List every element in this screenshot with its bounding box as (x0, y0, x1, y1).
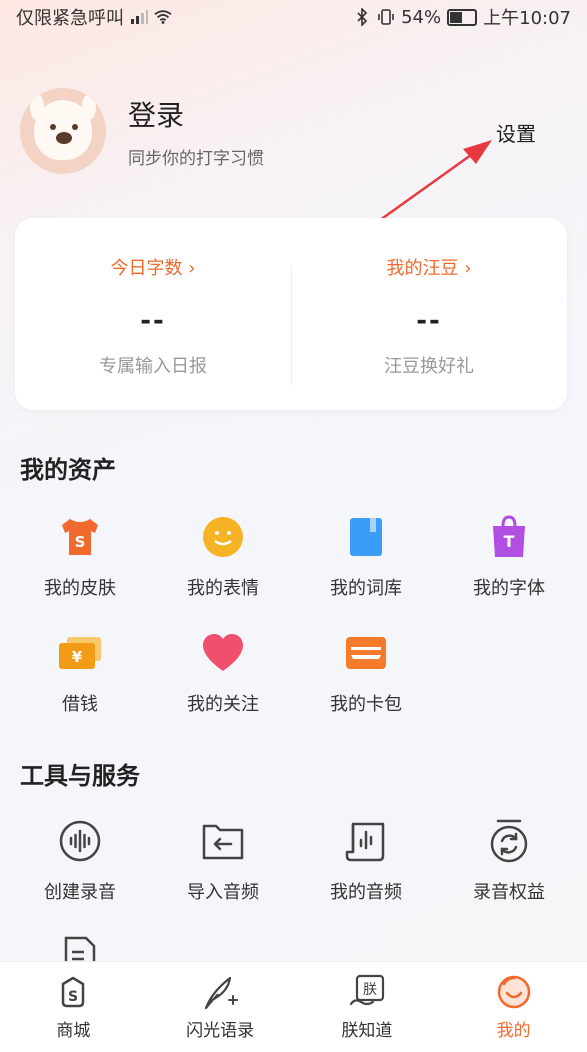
nav-label: 我的 (496, 1021, 531, 1041)
asset-label: 我的表情 (187, 578, 259, 599)
book-icon (341, 512, 391, 562)
asset-item-skin[interactable]: S 我的皮肤 (20, 512, 140, 600)
svg-text:朕: 朕 (363, 982, 377, 998)
nav-item-zhen[interactable]: 朕 朕知道 (294, 962, 441, 1052)
asset-item-font[interactable]: T 我的字体 (449, 512, 569, 600)
document-icon[interactable] (60, 934, 100, 962)
tool-label: 我的音频 (330, 882, 402, 903)
nav-label: 闪光语录 (186, 1021, 255, 1041)
bottom-nav: S 商城 闪光语录 朕 朕知道 我的 (0, 961, 587, 1052)
stat-value: -- (416, 306, 442, 336)
recording-rights-icon (484, 816, 534, 866)
tool-label: 创建录音 (44, 882, 116, 903)
asset-item-loan[interactable]: ¥ 借钱 (20, 628, 140, 716)
stat-desc: 专属输入日报 (99, 356, 207, 377)
today-words-stat[interactable]: 今日字数 › -- 专属输入日报 (15, 218, 291, 410)
nav-label: 朕知道 (341, 1021, 393, 1041)
asset-item-emoji[interactable]: 我的表情 (163, 512, 283, 600)
asset-label: 我的词库 (330, 578, 402, 599)
svg-text:T: T (504, 532, 515, 551)
my-audio-icon (341, 816, 391, 866)
assets-section-title: 我的资产 (20, 456, 116, 484)
nav-item-shop[interactable]: S 商城 (0, 962, 147, 1052)
asset-label: 我的卡包 (330, 694, 402, 715)
stat-desc: 汪豆换好礼 (384, 356, 474, 377)
tool-label: 录音权益 (473, 882, 545, 903)
asset-label: 我的字体 (473, 578, 545, 599)
stat-title[interactable]: 今日字数 › (15, 254, 291, 280)
asset-label: 我的关注 (187, 694, 259, 715)
zhen-icon: 朕 (347, 974, 387, 1010)
card-wallet-icon (341, 628, 391, 678)
profile-icon (494, 974, 534, 1010)
shop-icon: S (53, 974, 93, 1010)
tool-item-my-audio[interactable]: 我的音频 (306, 816, 426, 904)
stat-value: -- (140, 306, 166, 336)
svg-text:¥: ¥ (72, 648, 83, 666)
tool-label: 导入音频 (187, 882, 259, 903)
heart-icon (198, 628, 248, 678)
tools-section-title: 工具与服务 (20, 762, 140, 790)
tool-item-create-recording[interactable]: 创建录音 (20, 816, 140, 904)
svg-text:S: S (75, 533, 86, 551)
tshirt-icon: S (55, 512, 105, 562)
asset-label: 我的皮肤 (44, 578, 116, 599)
smiley-icon (198, 512, 248, 562)
asset-item-follow[interactable]: 我的关注 (163, 628, 283, 716)
svg-text:S: S (68, 989, 78, 1005)
nav-item-quotes[interactable]: 闪光语录 (147, 962, 294, 1052)
record-icon (55, 816, 105, 866)
import-audio-icon (198, 816, 248, 866)
money-icon: ¥ (55, 628, 105, 678)
asset-item-lexicon[interactable]: 我的词库 (306, 512, 426, 600)
asset-label: 借钱 (62, 694, 98, 715)
tool-item-recording-rights[interactable]: 录音权益 (449, 816, 569, 904)
wangdou-stat[interactable]: 我的汪豆 › -- 汪豆换好礼 (291, 218, 567, 410)
quill-icon (200, 974, 240, 1010)
asset-item-card-wallet[interactable]: 我的卡包 (306, 628, 426, 716)
stat-title[interactable]: 我的汪豆 › (291, 254, 567, 280)
nav-item-mine[interactable]: 我的 (440, 962, 587, 1052)
nav-label: 商城 (56, 1021, 91, 1041)
tool-item-import-audio[interactable]: 导入音频 (163, 816, 283, 904)
stats-card: 今日字数 › -- 专属输入日报 我的汪豆 › -- 汪豆换好礼 (15, 218, 567, 410)
font-bag-icon: T (484, 512, 534, 562)
